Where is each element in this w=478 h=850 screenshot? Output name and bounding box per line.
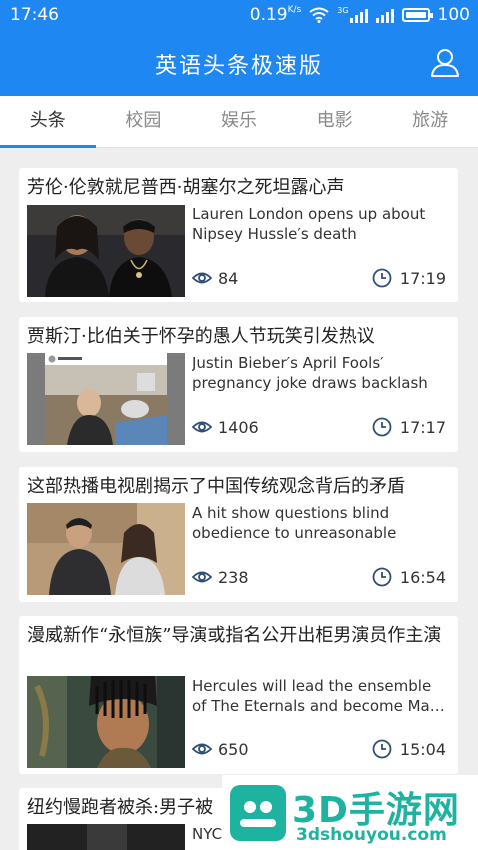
clock-icon <box>372 739 392 759</box>
article-thumbnail <box>27 353 185 445</box>
article-thumbnail <box>27 676 185 768</box>
status-time: 17:46 <box>10 5 59 25</box>
cell-signal-3g-icon: 3G <box>337 7 368 23</box>
network-speed: 0.19K/s <box>249 5 302 25</box>
view-count: 650 <box>192 739 249 759</box>
publish-time-value: 15:04 <box>399 739 446 759</box>
publish-time: 15:04 <box>372 739 446 759</box>
app-title: 英语头条极速版 <box>154 54 323 79</box>
category-tabs: 头条 校园 娱乐 电影 旅游 <box>0 96 478 148</box>
article-thumbnail <box>27 503 185 595</box>
3dshouyou-logo-icon <box>230 785 286 841</box>
publish-time-value: 17:19 <box>399 268 446 288</box>
battery-level: 100 <box>437 5 470 25</box>
publish-time: 16:54 <box>372 567 446 587</box>
tab-travel[interactable]: 旅游 <box>382 96 478 147</box>
view-count-value: 650 <box>218 739 249 759</box>
article-meta: 84 17:19 <box>192 268 446 292</box>
publish-time-value: 16:54 <box>399 567 446 587</box>
article-card[interactable]: 芳伦·伦敦就尼普西·胡塞尔之死坦露心声 Lauren London opens … <box>19 168 458 302</box>
article-feed: 芳伦·伦敦就尼普西·胡塞尔之死坦露心声 Lauren London opens … <box>0 148 478 850</box>
view-count: 1406 <box>192 417 259 437</box>
article-meta: 650 15:04 <box>192 739 446 763</box>
user-icon[interactable] <box>430 47 460 77</box>
article-summary: Lauren London opens up about Nipsey Huss… <box>192 205 426 243</box>
tab-campus[interactable]: 校园 <box>96 96 192 147</box>
article-headline: 漫威新作“永恒族”导演或指名公开出柜男演员作主演 <box>27 625 442 646</box>
article-headline: 贾斯汀·比伯关于怀孕的愚人节玩笑引发热议 <box>27 326 375 347</box>
article-card[interactable]: 这部热播电视剧揭示了中国传统观念背后的矛盾 A hit show questio… <box>19 467 458 602</box>
article-summary: A hit show questions blind obedience to … <box>192 504 397 547</box>
publish-time: 17:19 <box>372 268 446 288</box>
article-summary: Hercules will lead the ensemble of The E… <box>192 677 445 715</box>
clock-icon <box>372 417 392 437</box>
view-count-value: 1406 <box>218 417 259 437</box>
battery-icon <box>401 8 433 22</box>
eye-icon <box>192 571 212 583</box>
tab-entertainment[interactable]: 娱乐 <box>191 96 287 147</box>
status-indicators: 0.19K/s 3G 100 <box>250 5 470 25</box>
article-card[interactable]: 漫威新作“永恒族”导演或指名公开出柜男演员作主演 Hercules will l… <box>19 616 458 774</box>
eye-icon <box>192 743 212 755</box>
view-count-value: 238 <box>218 567 249 587</box>
clock-icon <box>372 268 392 288</box>
wifi-icon <box>309 7 329 23</box>
status-bar: 17:46 0.19K/s 3G 100 <box>0 0 478 30</box>
view-count-value: 84 <box>218 268 239 288</box>
watermark-domain: 3dshouyou.com <box>296 825 447 845</box>
article-summary: Justin Bieber′s April Fools′ pregnancy j… <box>192 354 428 392</box>
publish-time: 17:17 <box>372 417 446 437</box>
article-headline: 芳伦·伦敦就尼普西·胡塞尔之死坦露心声 <box>27 177 345 198</box>
eye-icon <box>192 421 212 433</box>
publish-time-value: 17:17 <box>399 417 446 437</box>
article-meta: 1406 17:17 <box>192 417 446 441</box>
article-headline: 这部热播电视剧揭示了中国传统观念背后的矛盾 <box>27 476 405 497</box>
view-count: 238 <box>192 567 249 587</box>
article-meta: 238 16:54 <box>192 567 446 591</box>
tab-movies[interactable]: 电影 <box>287 96 383 147</box>
clock-icon <box>372 567 392 587</box>
view-count: 84 <box>192 268 238 288</box>
cell-signal-icon <box>375 7 394 23</box>
article-thumbnail <box>27 824 185 850</box>
eye-icon <box>192 272 212 284</box>
app-header: 英语头条极速版 <box>0 30 478 96</box>
article-card[interactable]: 贾斯汀·比伯关于怀孕的愚人节玩笑引发热议 Justin Bieber′s Apr… <box>19 317 458 452</box>
site-watermark: 3D手游网 3dshouyou.com <box>222 775 478 850</box>
tab-headlines[interactable]: 头条 <box>0 96 96 148</box>
article-thumbnail <box>27 205 185 297</box>
